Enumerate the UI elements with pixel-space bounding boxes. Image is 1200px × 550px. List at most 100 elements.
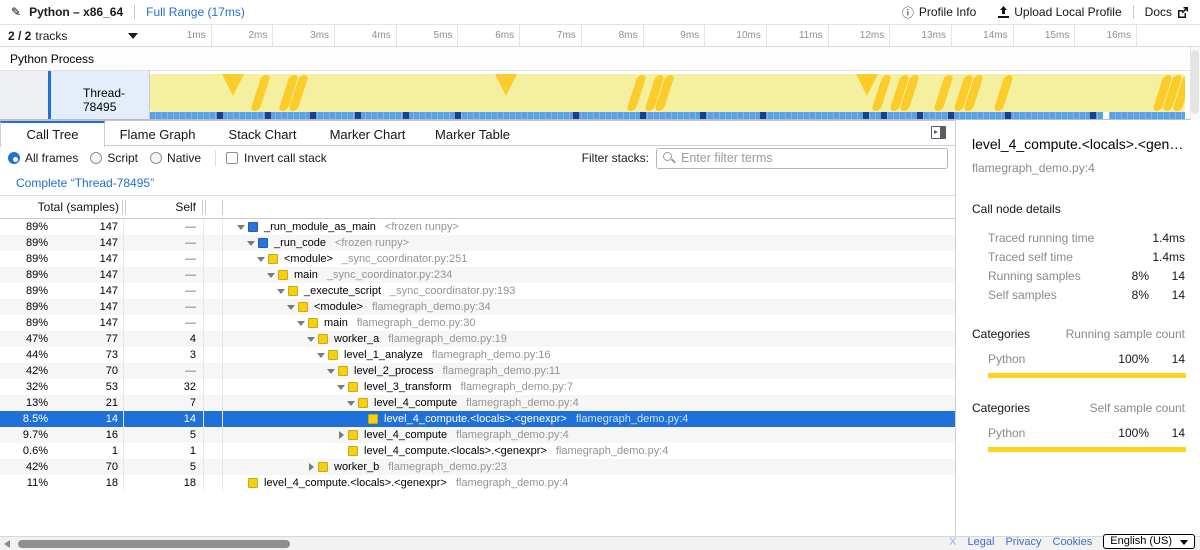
frame-name: level_4_compute.<locals>.<genexpr> (264, 477, 447, 489)
tree-row[interactable]: 42%705worker_bflamegraph_demo.py:23 (0, 459, 955, 475)
complete-thread-breadcrumb[interactable]: Complete “Thread-78495” (16, 176, 154, 190)
scrollbar-thumb[interactable] (1191, 50, 1199, 114)
expand-icon[interactable] (336, 430, 348, 440)
detail-row: Traced running time1.4ms (988, 228, 1185, 247)
ruler-tick: 6ms (458, 25, 520, 46)
frame-name: level_4_compute (374, 397, 457, 409)
column-total[interactable]: Total (samples) (0, 200, 119, 214)
tracks-dropdown[interactable]: 2 / 2 tracks (0, 25, 150, 47)
collapse-icon[interactable] (246, 238, 258, 248)
tree-row[interactable]: 44%733level_1_analyzeflamegraph_demo.py:… (0, 347, 955, 363)
tree-row[interactable]: 13%217level_4_computeflamegraph_demo.py:… (0, 395, 955, 411)
panel-tabbar: Call TreeFlame GraphStack ChartMarker Ch… (0, 120, 955, 146)
blue-category-icon (258, 238, 268, 248)
collapse-icon[interactable] (346, 398, 358, 408)
profile-info-button[interactable]: ⓘ Profile Info (902, 4, 976, 21)
thread-track[interactable]: Thread-78495 (0, 71, 1200, 120)
horizontal-scrollbar-thumb[interactable] (18, 540, 290, 548)
radio-script[interactable]: Script (90, 151, 138, 165)
sample-mark (760, 112, 766, 119)
hscroll-left-arrow-icon[interactable] (4, 540, 10, 548)
collapse-icon[interactable] (326, 366, 338, 376)
full-range-breadcrumb[interactable]: Full Range (17ms) (146, 5, 245, 19)
collapse-icon[interactable] (276, 286, 288, 296)
edit-profile-name-icon[interactable]: ✎ (11, 5, 21, 19)
row-total-samples: 70 (48, 461, 118, 473)
column-self[interactable]: Self (130, 200, 196, 214)
row-total-samples: 147 (48, 237, 118, 249)
row-total-percent: 13% (0, 397, 48, 409)
ruler-tick: 11ms (767, 25, 829, 46)
thread-activity-graph[interactable] (150, 71, 1185, 119)
tree-row[interactable]: 89%147—_run_code<frozen runpy> (0, 235, 955, 251)
tree-row[interactable]: 47%774worker_aflamegraph_demo.py:19 (0, 331, 955, 347)
collapse-icon[interactable] (296, 318, 308, 328)
frame-name: level_4_compute.<locals>.<genexpr> (384, 413, 567, 425)
row-frame: _run_module_as_main<frozen runpy> (225, 221, 955, 233)
tree-row[interactable]: 89%147—main_sync_coordinator.py:234 (0, 267, 955, 283)
language-select[interactable]: English (US) (1103, 534, 1195, 549)
tree-row[interactable]: 42%70—level_2_processflamegraph_demo.py:… (0, 363, 955, 379)
radio-all-frames[interactable]: All frames (8, 151, 78, 165)
row-self: 18 (118, 477, 196, 489)
filter-stacks-input[interactable] (656, 148, 948, 169)
tree-row[interactable]: 32%5332level_3_transformflamegraph_demo.… (0, 379, 955, 395)
frame-name: worker_b (334, 461, 379, 473)
activity-graph[interactable] (150, 74, 1185, 112)
invert-call-stack-toggle[interactable]: Invert call stack (226, 151, 327, 165)
collapse-icon[interactable] (316, 350, 328, 360)
collapse-icon[interactable] (336, 382, 348, 392)
external-link-icon (1177, 7, 1188, 18)
footer-links: X Legal Privacy Cookies English (US) (949, 534, 1195, 549)
ruler-tick: 13ms (890, 25, 952, 46)
process-track-header[interactable]: Python Process (0, 47, 1190, 71)
thread-track-label[interactable]: Thread-78495 (0, 71, 150, 119)
dismiss-footer-button[interactable]: X (949, 536, 956, 548)
row-frame: <module>flamegraph_demo.py:34 (225, 301, 955, 313)
tab-marker-chart[interactable]: Marker Chart (315, 121, 420, 145)
legal-link[interactable]: Legal (968, 536, 995, 548)
cookies-link[interactable]: Cookies (1053, 536, 1093, 548)
collapse-icon[interactable] (286, 302, 298, 312)
tab-call-tree[interactable]: Call Tree (0, 121, 105, 147)
tree-row[interactable]: 89%147—mainflamegraph_demo.py:30 (0, 315, 955, 331)
tab-stack-chart[interactable]: Stack Chart (210, 121, 315, 145)
category-header: CategoriesSelf sample count (972, 401, 1185, 415)
tree-row[interactable]: 89%147—<module>flamegraph_demo.py:34 (0, 299, 955, 315)
radio-native[interactable]: Native (150, 151, 201, 165)
collapse-icon[interactable] (236, 222, 248, 232)
tab-marker-table[interactable]: Marker Table (420, 121, 525, 145)
yellow-category-icon (278, 270, 288, 280)
row-self: 32 (118, 381, 196, 393)
frame-file: flamegraph_demo.py:4 (576, 413, 689, 425)
timeline-vertical-scrollbar[interactable] (1190, 47, 1200, 120)
tree-row[interactable]: 0.6%11level_4_compute.<locals>.<genexpr>… (0, 443, 955, 459)
frame-file: <frozen runpy> (335, 237, 409, 249)
frame-file: flamegraph_demo.py:23 (388, 461, 507, 473)
tree-row[interactable]: 89%147—_execute_script_sync_coordinator.… (0, 283, 955, 299)
tree-row[interactable]: 89%147—_run_module_as_main<frozen runpy> (0, 219, 955, 235)
collapse-icon[interactable] (256, 254, 268, 264)
row-frame: _run_code<frozen runpy> (225, 237, 955, 249)
tree-row[interactable]: 8.5%1414level_4_compute.<locals>.<genexp… (0, 411, 955, 427)
yellow-category-icon (298, 302, 308, 312)
tab-flame-graph[interactable]: Flame Graph (105, 121, 210, 145)
sample-mark (217, 112, 223, 119)
open-sidebar-icon[interactable] (931, 126, 946, 139)
docs-button[interactable]: Docs (1145, 5, 1188, 19)
sample-mark (1090, 112, 1096, 119)
row-total-percent: 42% (0, 365, 48, 377)
ruler-tick: 14ms (952, 25, 1014, 46)
tree-row[interactable]: 11%1818level_4_compute.<locals>.<genexpr… (0, 475, 955, 491)
privacy-link[interactable]: Privacy (1005, 536, 1041, 548)
upload-profile-button[interactable]: Upload Local Profile (998, 5, 1121, 19)
expand-icon[interactable] (306, 462, 318, 472)
row-total-samples: 18 (48, 477, 118, 489)
tree-row[interactable]: 9.7%165level_4_computeflamegraph_demo.py… (0, 427, 955, 443)
collapse-icon[interactable] (306, 334, 318, 344)
collapse-icon[interactable] (266, 270, 278, 280)
invert-checkbox[interactable] (226, 152, 238, 164)
tree-row[interactable]: 89%147—<module>_sync_coordinator.py:251 (0, 251, 955, 267)
radio-dot (8, 152, 20, 164)
samples-strip[interactable] (150, 112, 1185, 119)
